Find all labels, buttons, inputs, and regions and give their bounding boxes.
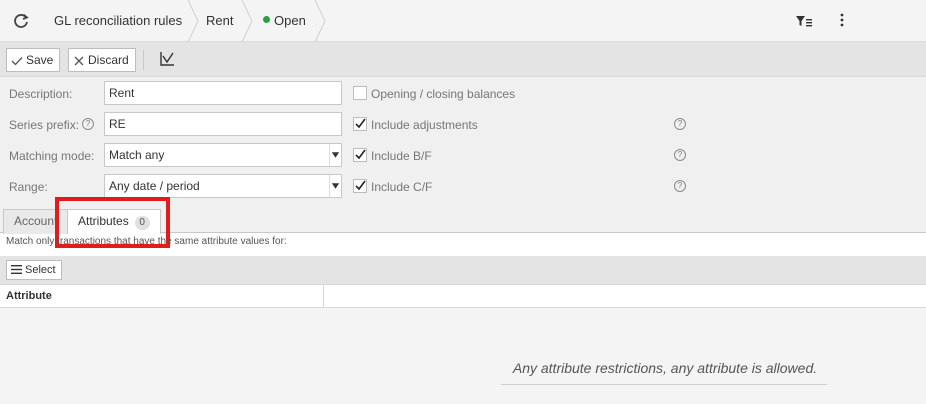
- filter-icon[interactable]: [795, 12, 813, 30]
- status-text: Open: [274, 13, 306, 28]
- range-label: Range:: [9, 180, 48, 194]
- attributes-toolbar: Select: [0, 256, 926, 284]
- check-icon: [11, 57, 23, 66]
- select-label: Select: [25, 264, 56, 276]
- empty-message: Any attribute restrictions, any attribut…: [512, 360, 818, 376]
- attributes-grid: Attribute Any attribute restrictions, an…: [0, 284, 926, 404]
- include-cf-label: Include C/F: [371, 180, 433, 194]
- chart-icon[interactable]: [159, 51, 175, 67]
- series-prefix-field[interactable]: RE: [104, 112, 342, 136]
- include-bf-checkbox[interactable]: [353, 148, 367, 162]
- breadcrumb-gl-reconciliation-rules[interactable]: GL reconciliation rules: [54, 0, 182, 42]
- matching-mode-select[interactable]: Match any: [104, 143, 342, 167]
- grid-header: Attribute: [0, 284, 926, 308]
- toolbar: Save Discard: [0, 42, 926, 77]
- range-value: Any date / period: [109, 179, 200, 193]
- breadcrumb-separator: [187, 0, 199, 42]
- attributes-hint: Match only transactions that have the sa…: [6, 236, 287, 247]
- check-icon: [355, 118, 366, 129]
- check-icon: [355, 149, 366, 160]
- refresh-icon[interactable]: [12, 12, 30, 30]
- empty-message-underline: [501, 384, 827, 385]
- rule-form: Description: Rent Series prefix: ? RE Ma…: [0, 77, 926, 203]
- breadcrumb-rent[interactable]: Rent: [206, 0, 233, 42]
- help-icon[interactable]: ?: [674, 180, 686, 192]
- menu-icon: [11, 265, 22, 274]
- include-bf-label: Include B/F: [371, 149, 432, 163]
- chevron-down-icon: [329, 144, 340, 166]
- help-icon[interactable]: ?: [674, 118, 686, 130]
- include-adjustments-checkbox[interactable]: [353, 117, 367, 131]
- status-badge: Open: [263, 0, 306, 42]
- opening-closing-checkbox[interactable]: [353, 86, 367, 100]
- breadcrumb-separator: [241, 0, 253, 42]
- column-header-attribute[interactable]: Attribute: [6, 285, 52, 308]
- check-icon: [355, 180, 366, 191]
- status-dot-icon: [263, 16, 270, 23]
- toolbar-divider: [143, 50, 144, 70]
- discard-label: Discard: [88, 53, 129, 67]
- include-adjustments-label: Include adjustments: [371, 118, 478, 132]
- close-icon: [74, 56, 84, 66]
- series-prefix-label: Series prefix:: [9, 118, 80, 132]
- opening-closing-label: Opening / closing balances: [371, 87, 516, 101]
- include-cf-checkbox[interactable]: [353, 179, 367, 193]
- help-icon[interactable]: ?: [674, 149, 686, 161]
- select-button[interactable]: Select: [6, 260, 62, 280]
- breadcrumb-separator: [314, 0, 326, 42]
- breadcrumb-bar: GL reconciliation rules Rent Open: [0, 0, 926, 42]
- matching-mode-value: Match any: [109, 148, 165, 162]
- save-button[interactable]: Save: [6, 48, 61, 72]
- range-select[interactable]: Any date / period: [104, 174, 342, 198]
- matching-mode-label: Matching mode:: [9, 149, 95, 163]
- chevron-down-icon: [329, 175, 340, 197]
- column-divider[interactable]: [323, 285, 324, 308]
- description-field[interactable]: Rent: [104, 81, 342, 105]
- description-label: Description:: [9, 87, 73, 101]
- save-label: Save: [26, 53, 54, 67]
- more-vertical-icon[interactable]: [833, 12, 851, 30]
- discard-button[interactable]: Discard: [68, 48, 136, 72]
- tab-account-label: Account: [14, 214, 58, 228]
- help-icon[interactable]: ?: [82, 118, 94, 130]
